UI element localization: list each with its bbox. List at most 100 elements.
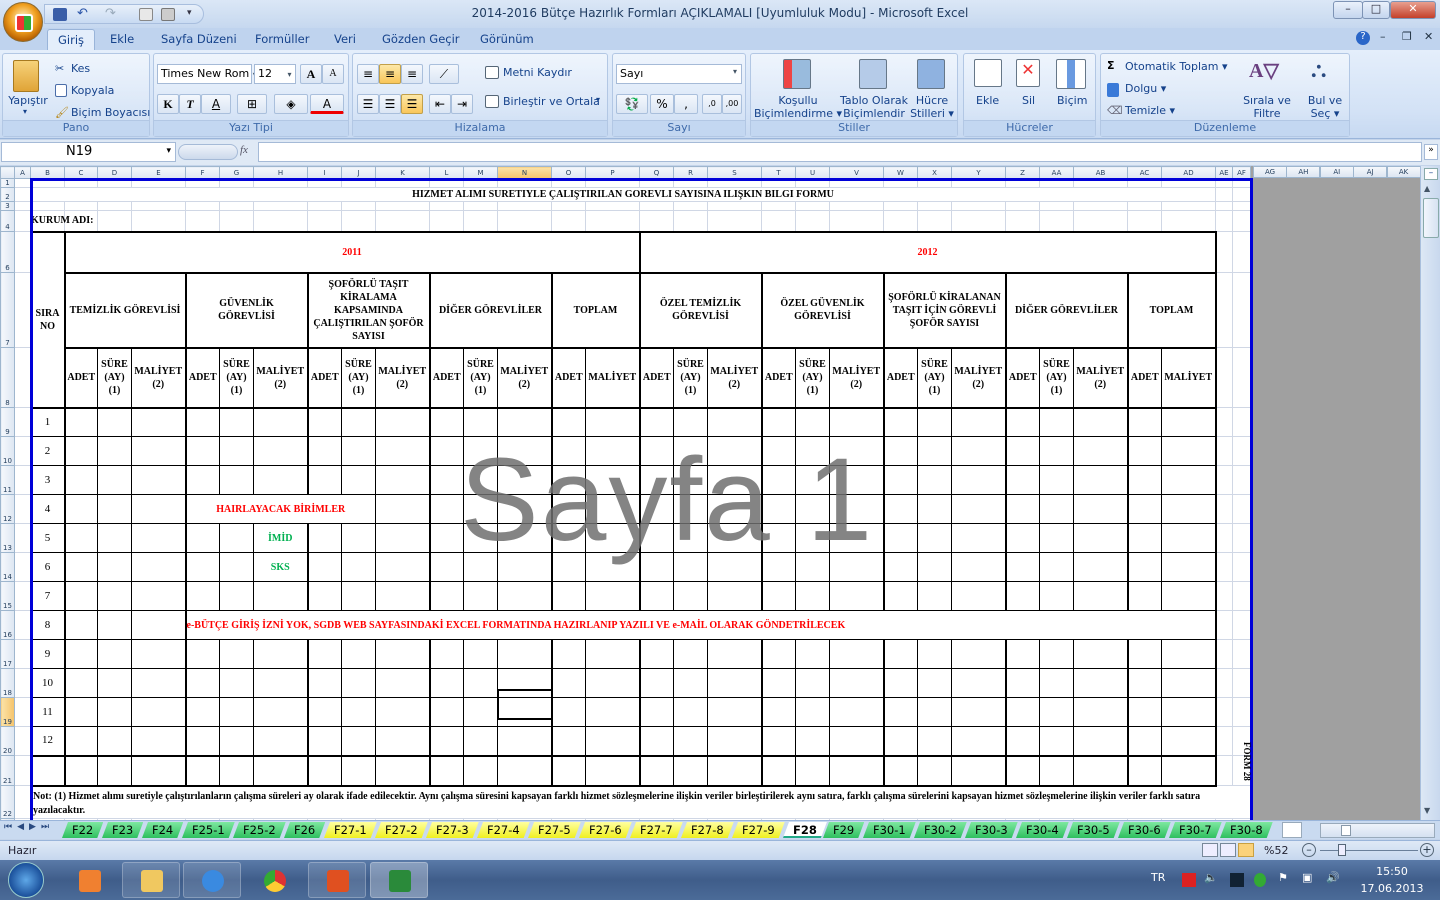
cell[interactable] [1215, 210, 1233, 232]
ribbon-restore-icon[interactable]: ❐ [1402, 30, 1412, 43]
align-left-button[interactable]: ☰ [357, 94, 379, 114]
cell[interactable] [760, 552, 796, 582]
cell[interactable] [306, 697, 342, 727]
increase-indent-button[interactable]: ⇥ [451, 94, 473, 114]
cell[interactable] [375, 726, 430, 756]
cell[interactable] [882, 581, 918, 611]
cell[interactable] [550, 465, 586, 495]
column-header[interactable]: F [185, 166, 220, 179]
bold-button[interactable]: K [157, 94, 179, 114]
subheader-sure[interactable]: SÜRE (AY) (1) [219, 346, 254, 408]
cell[interactable] [1232, 231, 1251, 273]
cell[interactable] [29, 754, 65, 787]
cell[interactable] [1004, 406, 1040, 437]
cell[interactable] [1005, 201, 1040, 211]
cell[interactable] [1215, 552, 1233, 582]
cell[interactable] [1126, 726, 1162, 756]
tab-gorunum[interactable]: Görünüm [470, 29, 544, 50]
cell[interactable] [761, 210, 796, 232]
cell[interactable] [917, 726, 952, 756]
network-tray-icon[interactable]: ▣ [1302, 871, 1312, 884]
cell[interactable] [585, 436, 640, 466]
cell[interactable] [463, 210, 498, 232]
cell[interactable] [14, 201, 31, 211]
cell[interactable] [1004, 639, 1040, 669]
cell[interactable] [375, 668, 430, 698]
cell[interactable] [497, 552, 552, 582]
cell[interactable] [428, 754, 464, 787]
cell[interactable] [951, 697, 1006, 727]
cell[interactable] [64, 201, 98, 211]
subheader-maliyet[interactable]: MALİYET (2) [1073, 346, 1128, 408]
cell[interactable] [1232, 668, 1251, 698]
column-header[interactable]: AI [1319, 166, 1354, 178]
cell[interactable] [1073, 726, 1128, 756]
subheader-sure[interactable]: SÜRE (AY) (1) [673, 346, 708, 408]
cell[interactable] [829, 639, 884, 669]
help-icon[interactable]: ? [1356, 31, 1370, 45]
cell[interactable] [951, 406, 1006, 437]
cell[interactable] [30, 178, 65, 188]
column-header[interactable]: C [64, 166, 98, 179]
autosum-button[interactable]: Otomatik Toplam ▾ [1125, 60, 1228, 73]
cell[interactable] [63, 726, 98, 756]
cell[interactable] [795, 697, 830, 727]
cell[interactable] [1127, 201, 1162, 211]
office-button[interactable] [3, 2, 43, 42]
subheader-adet[interactable]: ADET [1126, 346, 1162, 408]
row-header[interactable]: 11 [0, 465, 15, 495]
sheet-tab-f28[interactable]: F28 [783, 822, 827, 838]
cell[interactable] [1232, 494, 1251, 524]
subheader-maliyet[interactable]: MALİYET (2) [131, 346, 186, 408]
cell[interactable] [341, 523, 376, 553]
cell[interactable] [1073, 201, 1128, 211]
column-header[interactable]: Z [1005, 166, 1040, 179]
cell[interactable] [550, 581, 586, 611]
cell[interactable] [1232, 639, 1251, 669]
subheader-maliyet-total[interactable]: MALİYET [585, 346, 640, 408]
cell[interactable] [638, 726, 674, 756]
cell[interactable] [951, 465, 1006, 495]
cell[interactable] [97, 178, 132, 188]
cell[interactable] [1232, 697, 1251, 727]
cell[interactable] [1215, 347, 1233, 408]
cell[interactable] [131, 697, 186, 727]
subheader-sure[interactable]: SÜRE (AY) (1) [97, 346, 132, 408]
sira-no-cell[interactable]: 9 [29, 639, 65, 669]
cell[interactable] [253, 210, 308, 232]
merge-dropdown-icon[interactable]: ▾ [596, 95, 600, 104]
cell[interactable] [1073, 178, 1128, 188]
cell[interactable] [1039, 465, 1074, 495]
cell[interactable] [185, 201, 220, 211]
row-header[interactable]: 16 [0, 610, 15, 640]
cell[interactable] [14, 187, 31, 202]
cell[interactable] [707, 494, 762, 524]
row-header[interactable]: 12 [0, 494, 15, 524]
cell[interactable] [829, 697, 884, 727]
cell[interactable] [341, 465, 376, 495]
sheet-tab-f27-5[interactable]: F27-5 [528, 822, 581, 838]
cell[interactable] [97, 581, 132, 611]
cell[interactable] [882, 697, 918, 727]
cell[interactable] [1039, 406, 1074, 437]
cell[interactable] [585, 668, 640, 698]
cell[interactable] [829, 178, 884, 188]
cell[interactable] [639, 210, 674, 232]
cell[interactable] [375, 494, 430, 524]
tab-giris[interactable]: Giriş [47, 29, 96, 50]
cell[interactable] [97, 406, 132, 437]
cell[interactable] [14, 436, 31, 466]
group-header[interactable]: TEMİZLİK GÖREVLİSİ [63, 271, 186, 348]
cell[interactable] [219, 406, 254, 437]
cell[interactable] [760, 406, 796, 437]
sira-no-cell[interactable]: 3 [29, 465, 65, 495]
cell[interactable] [219, 726, 254, 756]
cell[interactable] [1232, 581, 1251, 611]
cell[interactable] [1126, 639, 1162, 669]
formula-input[interactable] [258, 142, 1422, 162]
cell[interactable] [306, 436, 342, 466]
cell[interactable] [306, 726, 342, 756]
cell[interactable] [882, 436, 918, 466]
annotation-imid[interactable]: İMİD [253, 523, 308, 553]
sira-no-cell[interactable]: 10 [29, 668, 65, 698]
